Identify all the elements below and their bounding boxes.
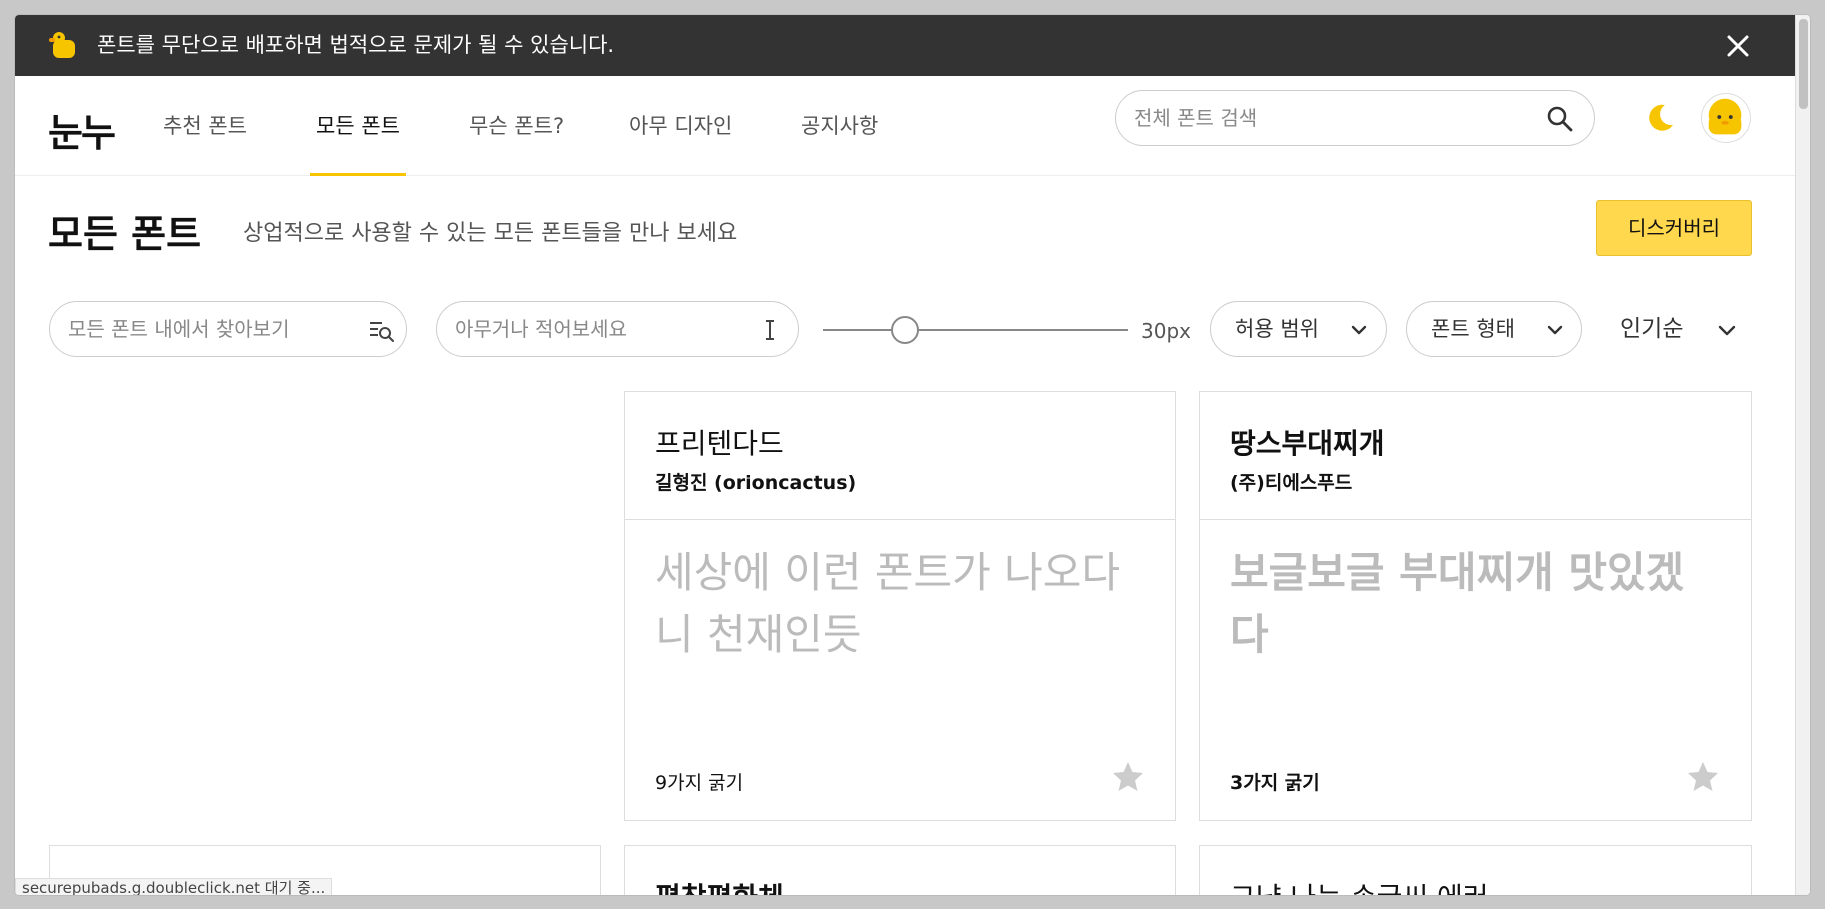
- font-card-weights: 9가지 굵기: [655, 772, 744, 794]
- duck-avatar-icon: [1708, 98, 1742, 135]
- sample-text-field: [436, 301, 799, 357]
- font-form-dropdown-label: 폰트 형태: [1431, 317, 1515, 341]
- chevron-down-icon: [1547, 325, 1563, 335]
- font-form-dropdown[interactable]: 폰트 형태: [1406, 301, 1582, 357]
- discovery-button[interactable]: 디스커버리: [1596, 200, 1752, 256]
- nav-link-all-fonts[interactable]: 모든 폰트: [310, 76, 406, 176]
- font-card-header: 프리텐다드 길형진 (orioncactus): [625, 392, 1175, 520]
- nav-link-what-font[interactable]: 무슨 폰트?: [469, 76, 564, 176]
- nav-link-any-design[interactable]: 아무 디자인: [629, 76, 732, 176]
- font-card-author: 길형진 (orioncactus): [655, 472, 857, 494]
- nav-link-label: 모든 폰트: [316, 114, 400, 138]
- sort-dropdown[interactable]: 인기순: [1620, 301, 1750, 357]
- font-card-pretendard[interactable]: 프리텐다드 길형진 (orioncactus) 세상에 이런 폰트가 나오다니 …: [624, 391, 1176, 821]
- font-card-sample: 보글보글 부대찌개 맛있겠다: [1230, 548, 1685, 659]
- close-icon[interactable]: [1725, 33, 1751, 59]
- font-size-value: 30px: [1141, 319, 1191, 343]
- active-tab-indicator: [310, 173, 406, 176]
- global-search: [1115, 90, 1595, 146]
- chevron-down-icon: [1718, 325, 1736, 336]
- top-navigation: 눈누 추천 폰트 모든 폰트 무슨 폰트? 아무 디자인 공지사항: [15, 76, 1795, 176]
- font-filter-search: [49, 301, 407, 357]
- page-subtitle: 상업적으로 사용할 수 있는 모든 폰트들을 만나 보세요: [243, 221, 738, 246]
- slider-knob[interactable]: [891, 316, 919, 344]
- font-card-ttangs[interactable]: 땅스부대찌개 (주)티에스푸드 보글보글 부대찌개 맛있겠다 3가지 굵기: [1199, 391, 1752, 821]
- font-card-author: (주)티에스푸드: [1230, 472, 1353, 494]
- nav-link-notices[interactable]: 공지사항: [801, 76, 878, 176]
- chevron-down-icon: [1351, 325, 1367, 335]
- license-dropdown-label: 허용 범위: [1235, 317, 1319, 341]
- browser-viewport: 폰트를 무단으로 배포하면 법적으로 문제가 될 수 있습니다. 눈누 추천 폰…: [15, 15, 1810, 895]
- slider-track: [823, 329, 1128, 331]
- notice-banner: 폰트를 무단으로 배포하면 법적으로 문제가 될 수 있습니다.: [15, 15, 1795, 76]
- font-card-name: 땅스부대찌개: [1230, 427, 1385, 460]
- font-card-name: 그냥 나는 손글씨 에러: [1230, 876, 1489, 895]
- browser-status-bar: securepubads.g.doubleclick.net 대기 중...: [15, 878, 333, 895]
- filter-search-icon[interactable]: [368, 317, 394, 343]
- font-card-handwriting[interactable]: 그냥 나는 손글씨 에러: [1199, 845, 1752, 895]
- star-icon[interactable]: [1111, 760, 1145, 794]
- font-filter-input[interactable]: [68, 302, 358, 356]
- duck-mascot-icon: [49, 32, 75, 58]
- sample-text-input[interactable]: [455, 302, 745, 356]
- license-dropdown[interactable]: 허용 범위: [1210, 301, 1387, 357]
- font-card-sample: 세상에 이런 폰트가 나오다니 천재인듯: [655, 548, 1121, 659]
- user-avatar[interactable]: [1701, 93, 1751, 143]
- font-card-name: 프리텐다드: [655, 427, 784, 460]
- sort-dropdown-label: 인기순: [1620, 316, 1684, 342]
- moon-icon[interactable]: [1643, 101, 1677, 135]
- search-icon[interactable]: [1546, 105, 1574, 133]
- font-card-weights: 3가지 굵기: [1230, 772, 1320, 794]
- page-scrollbar[interactable]: [1795, 15, 1810, 895]
- font-card-pyeongchang[interactable]: 평창평화체: [624, 845, 1176, 895]
- text-cursor-icon: [766, 320, 774, 340]
- page-title: 모든 폰트: [48, 212, 202, 256]
- font-size-slider[interactable]: [823, 315, 1128, 345]
- star-icon[interactable]: [1686, 760, 1720, 794]
- font-card-name: 평창평화체: [655, 876, 784, 895]
- scrollbar-thumb[interactable]: [1799, 19, 1808, 109]
- banner-message: 폰트를 무단으로 배포하면 법적으로 문제가 될 수 있습니다.: [97, 33, 615, 57]
- global-search-input[interactable]: [1134, 91, 1534, 145]
- font-card-header: 땅스부대찌개 (주)티에스푸드: [1200, 392, 1751, 520]
- nav-link-recommended[interactable]: 추천 폰트: [163, 76, 247, 176]
- site-logo[interactable]: 눈누: [48, 102, 116, 157]
